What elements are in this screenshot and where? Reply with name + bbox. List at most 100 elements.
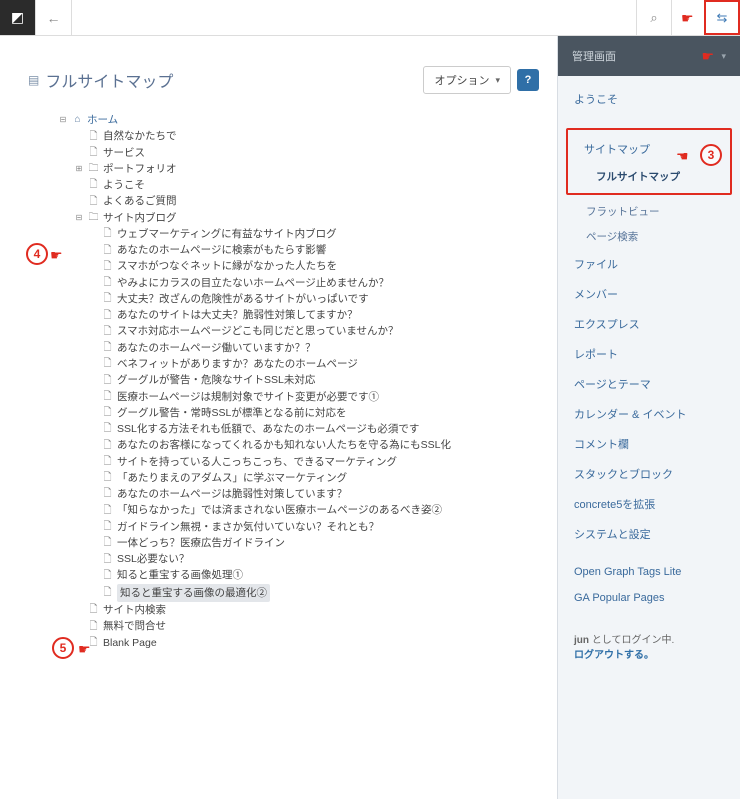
tree-node[interactable]: 🗋自然なかたちで [74,128,539,144]
search-button[interactable]: ⌕ [636,0,672,35]
sidebar-item[interactable]: ファイル [558,249,740,279]
tree-node[interactable]: 🗋あなたのサイトは大丈夫？脆弱性対策してますか？ [102,307,539,323]
sidebar-item[interactable]: スタックとブロック [558,459,740,489]
tree-node[interactable]: 🗋ガイドライン無視・まさか気付いていない？それとも？ [102,519,539,535]
tree-label: スマホがつなぐネットに縁がなかった人たちを [117,258,337,274]
sidebar-item-sitemap[interactable]: サイトマップ [568,134,730,164]
topbar-spacer [72,0,636,35]
tree-node[interactable]: 🗋よくあるご質問 [74,193,539,209]
page-icon: 🗋 [102,454,113,470]
tree-label: 知ると重宝する画像の最適化② [117,584,270,602]
tree-node[interactable]: 🗋SSL必要ない？ [102,551,539,567]
tree-node[interactable]: 🗋Blank Page [74,635,539,651]
page-icon: 🗋 [88,129,99,145]
page-icon: 🗋 [102,568,113,584]
page-icon: 🗋 [102,438,113,454]
sidebar-subitem-full-sitemap[interactable]: フルサイトマップ [568,164,730,189]
tree-label: サイト内ブログ [103,210,177,226]
sidebar-header[interactable]: 管理画面 ▾ [558,36,740,76]
tree-node[interactable]: 🗋スマホがつなぐネットに縁がなかった人たちを [102,258,539,274]
pointer-icon [681,13,695,23]
collapse-icon[interactable]: ⊟ [58,114,68,126]
tree-node[interactable]: 🗋医療ホームページは規制対象でサイト変更が必要です① [102,389,539,405]
sidebar-item[interactable]: レポート [558,339,740,369]
sidebar-extra-item[interactable]: Open Graph Tags Lite [558,559,740,585]
sidebar-item[interactable]: カレンダー & イベント [558,399,740,429]
tree-label: やみよにカラスの目立たないホームページ止めませんか？ [117,275,389,291]
tree-label: あなたのホームページ働いていますか？？ [117,340,316,356]
sitemap-icon: ▤ [28,73,39,87]
tree-label: サイト内検索 [103,602,166,618]
back-button[interactable]: ← [36,0,72,35]
logout-link[interactable]: ログアウトする。 [574,646,724,661]
sidebar-item[interactable]: メンバー [558,279,740,309]
app-logo[interactable]: ◩ [0,0,36,35]
sidebar-extra-item[interactable]: GA Popular Pages [558,585,740,611]
dashboard-sidebar: 管理画面 ▾ ようこそサイトマップフルサイトマップフラットビューページ検索ファイ… [557,36,740,799]
expand-icon[interactable]: ⊞ [74,163,84,175]
tree-label: 知ると重宝する画像処理① [117,567,243,583]
dashboard-toggle-button[interactable]: ⇆ [704,0,740,35]
tree-node[interactable]: 🗋ようこそ [74,177,539,193]
tree-node[interactable]: 🗋やみよにカラスの目立たないホームページ止めませんか？ [102,275,539,291]
page-icon: 🗋 [102,324,113,340]
tree-node[interactable]: 🗋グーグルが警告・危険なサイトSSL未対応 [102,372,539,388]
tree-label: 一体どっち？医療広告ガイドライン [117,535,285,551]
tree-node[interactable]: 🗋知ると重宝する画像処理① [102,567,539,583]
page-icon: 🗋 [102,535,113,551]
tree-label: よくあるご質問 [103,193,177,209]
sidebar-item[interactable]: concrete5を拡張 [558,489,740,519]
tree-label: サービス [103,145,145,161]
sidebar-item[interactable]: ようこそ [558,84,740,114]
collapse-icon[interactable]: ⊟ [74,212,84,224]
tree-node[interactable]: 🗋知ると重宝する画像の最適化② [102,584,539,602]
tree-node[interactable]: 🗋ベネフィットがありますか？あなたのホームページ [102,356,539,372]
tree-label: サイトを持っている人こっちこっち、できるマーケティング [117,454,397,470]
tree-root[interactable]: ⊟ ⌂ ホーム [58,112,539,128]
tree-label: グーグルが警告・危険なサイトSSL未対応 [117,372,315,388]
sidebar-subitem[interactable]: フラットビュー [558,199,740,224]
tree-node[interactable]: 🗋あなたのホームページ働いていますか？？ [102,340,539,356]
page-icon: 🗋 [102,470,113,486]
help-button[interactable]: ? [517,69,539,91]
user-indicator[interactable] [672,0,704,35]
sidebar-item[interactable]: システムと設定 [558,519,740,549]
folder-icon: 🗀 [88,210,99,226]
page-icon: 🗋 [88,602,99,618]
tree-label: SSL必要ない？ [117,551,189,567]
tree-node[interactable]: 🗋サイト内検索 [74,602,539,618]
chevron-down-icon [493,74,500,86]
sidebar-item[interactable]: エクスプレス [558,309,740,339]
tree-label: あなたのホームページに検索がもたらす影響 [117,242,326,258]
tree-label: 無料で問合せ [103,618,166,634]
tree-node[interactable]: ⊟ 🗀サイト内ブログ [74,210,539,226]
sidebar-subitem[interactable]: ページ検索 [558,224,740,249]
tree-node[interactable]: 🗋SSL化する方法それも低額で、あなたのホームページも必須です [102,421,539,437]
tree-node[interactable]: ⊞🗀ポートフォリオ [74,161,539,177]
options-button[interactable]: オプション [423,66,511,94]
tree-node[interactable]: 🗋あなたのホームページは脆弱性対策しています？ [102,486,539,502]
tree-label: SSL化する方法それも低額で、あなたのホームページも必須です [117,421,419,437]
tree-node[interactable]: 🗋大丈夫？改ざんの危険性があるサイトがいっぱいです [102,291,539,307]
tree-label: あなたのお客様になってくれるかも知れない人たちを守る為にもSSL化 [117,437,451,453]
tree-node[interactable]: 🗋あなたのホームページに検索がもたらす影響 [102,242,539,258]
tree-node[interactable]: 🗋サービス [74,145,539,161]
sidebar-item[interactable]: ページとテーマ [558,369,740,399]
sidebar-item[interactable]: コメント欄 [558,429,740,459]
tree-node[interactable]: 🗋無料で問合せ [74,618,539,634]
tree-node[interactable]: 🗋一体どっち？医療広告ガイドライン [102,535,539,551]
tree-label: あなたのサイトは大丈夫？脆弱性対策してますか？ [117,307,358,323]
sitemap-tree: ⊟ ⌂ ホーム 🗋自然なかたちで🗋サービス⊞🗀ポートフォリオ🗋ようこそ🗋よくある… [18,112,539,651]
page-icon: 🗋 [102,340,113,356]
page-icon: 🗋 [102,259,113,275]
page-icon: 🗋 [102,585,113,601]
tree-node[interactable]: 🗋「あたりまえのアダムス」に学ぶマーケティング [102,470,539,486]
page-icon: 🗋 [102,226,113,242]
tree-node[interactable]: 🗋グーグル警告・常時SSLが標準となる前に対応を [102,405,539,421]
tree-node[interactable]: 🗋スマホ対応ホームページどこも同じだと思っていませんか？ [102,323,539,339]
tree-label: ウェブマーケティングに有益なサイト内ブログ [117,226,337,242]
tree-node[interactable]: 🗋「知らなかった」では済まされない医療ホームページのあるべき姿② [102,502,539,518]
tree-node[interactable]: 🗋サイトを持っている人こっちこっち、できるマーケティング [102,454,539,470]
tree-node[interactable]: 🗋あなたのお客様になってくれるかも知れない人たちを守る為にもSSL化 [102,437,539,453]
tree-node[interactable]: 🗋ウェブマーケティングに有益なサイト内ブログ [102,226,539,242]
